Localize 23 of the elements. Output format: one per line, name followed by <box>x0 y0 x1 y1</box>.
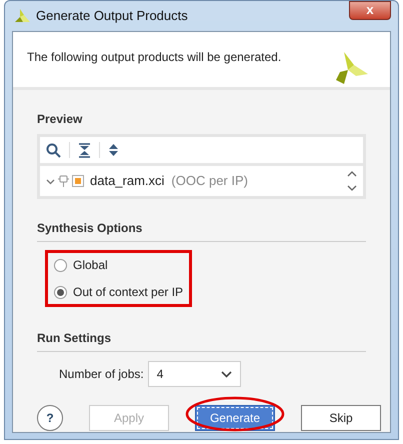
radio-option[interactable]: Global <box>54 256 184 274</box>
section-title: Run Settings <box>37 329 366 352</box>
generate-button[interactable]: Generate <box>195 405 275 431</box>
tree-item-label[interactable]: data_ram.xci <box>90 171 164 191</box>
jobs-label: Number of jobs: <box>59 366 144 383</box>
caret-icon <box>220 370 232 378</box>
tree-item-note: (OOC per IP) <box>171 172 248 190</box>
ip-core-icon <box>72 175 84 187</box>
section-title: Preview <box>37 111 84 128</box>
search-icon[interactable] <box>46 142 61 158</box>
logo-icon <box>14 9 30 23</box>
header-message: The following output products will be generated. <box>27 49 282 66</box>
skip-button[interactable]: Skip <box>301 405 381 431</box>
jobs-dropdown[interactable]: 4 <box>148 361 241 387</box>
collapse-all-icon[interactable] <box>78 142 91 158</box>
chevron-down-icon[interactable] <box>46 176 55 186</box>
logo-icon <box>334 52 368 84</box>
plug-icon <box>58 174 69 188</box>
radio-option[interactable]: Out of context per IP <box>54 283 184 301</box>
section-title: Synthesis Options <box>37 219 366 242</box>
window-title: Generate Output Products <box>36 7 188 26</box>
expand-all-icon[interactable] <box>108 143 119 157</box>
help-button[interactable]: ? <box>37 405 63 431</box>
